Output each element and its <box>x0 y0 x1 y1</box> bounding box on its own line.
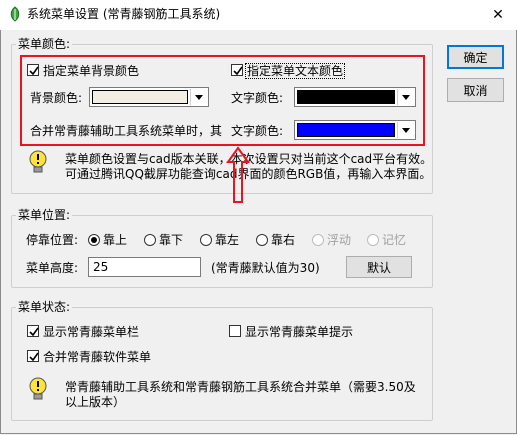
text-color-swatch-2 <box>297 123 395 137</box>
text-color-label-2: 文字颜色: <box>231 124 284 138</box>
menu-state-legend: 菜单状态: <box>16 300 73 314</box>
show-menubar-label: 显示常青藤菜单栏 <box>43 325 140 339</box>
close-button[interactable]: ✕ <box>480 1 516 29</box>
dock-remember-radio[interactable] <box>367 234 379 246</box>
text-color-checkbox-label: 指定菜单文本颜色 <box>244 63 346 79</box>
chevron-down-icon <box>397 89 414 105</box>
dock-top-radio[interactable] <box>88 234 100 246</box>
dock-bottom-radio[interactable] <box>144 234 156 246</box>
state-note-line1: 常青藤辅助工具系统和常青藤钢筋工具系统合并菜单（需要3.50及 <box>65 380 416 394</box>
text-color-checkbox[interactable] <box>231 64 243 76</box>
chevron-down-icon <box>190 89 207 105</box>
default-height-button[interactable]: 默认 <box>346 256 412 278</box>
bg-color-checkbox-label: 指定菜单背景颜色 <box>43 64 140 78</box>
menu-height-label: 菜单高度: <box>26 261 79 275</box>
text-color-combo-2[interactable] <box>294 120 416 140</box>
cancel-button[interactable]: 取消 <box>447 78 504 102</box>
lightbulb-info-icon <box>27 149 49 175</box>
text-color-label-1: 文字颜色: <box>231 91 284 105</box>
dock-left-radio[interactable] <box>200 234 212 246</box>
bg-color-checkbox[interactable] <box>27 64 39 76</box>
state-note-line2: 以上版本） <box>65 395 126 409</box>
show-menu-tip-checkbox[interactable] <box>229 325 241 337</box>
bg-color-label: 背景颜色: <box>30 91 83 105</box>
show-menu-tip-label: 显示常青藤菜单提示 <box>245 325 354 339</box>
close-icon: ✕ <box>492 7 504 23</box>
menu-height-input[interactable]: 25 <box>88 257 201 277</box>
chevron-down-icon <box>397 122 414 138</box>
dock-left-label: 靠左 <box>215 233 240 247</box>
merge-menu-checkbox[interactable] <box>27 350 39 362</box>
text-color-swatch-1 <box>297 90 395 104</box>
bg-color-swatch <box>92 90 188 104</box>
merge-menu-label: 合并常青藤软件菜单 <box>43 350 152 364</box>
app-leaf-icon <box>7 6 23 22</box>
menu-height-hint: (常青藤默认值为30) <box>211 261 320 275</box>
dock-right-radio[interactable] <box>256 234 268 246</box>
dock-position-label: 停靠位置: <box>26 233 79 247</box>
dock-remember-label: 记忆 <box>382 233 407 247</box>
show-menubar-checkbox[interactable] <box>27 325 39 337</box>
menu-color-legend: 菜单颜色: <box>16 37 73 51</box>
menu-position-legend: 菜单位置: <box>16 208 73 222</box>
dock-float-label: 浮动 <box>327 233 352 247</box>
window-title: 系统菜单设置 (常青藤钢筋工具系统) <box>27 7 221 21</box>
lightbulb-info-icon <box>27 376 49 402</box>
ok-button[interactable]: 确定 <box>447 45 504 69</box>
merge-color-label: 合并常青藤辅助工具系统菜单时，其 <box>30 124 223 138</box>
annotation-arrow <box>226 146 250 204</box>
dock-top-label: 靠上 <box>103 233 128 247</box>
text-color-combo-1[interactable] <box>294 87 416 107</box>
dock-right-label: 靠右 <box>271 233 296 247</box>
bg-color-combo[interactable] <box>89 87 209 107</box>
dock-bottom-label: 靠下 <box>159 233 184 247</box>
dock-float-radio[interactable] <box>312 234 324 246</box>
